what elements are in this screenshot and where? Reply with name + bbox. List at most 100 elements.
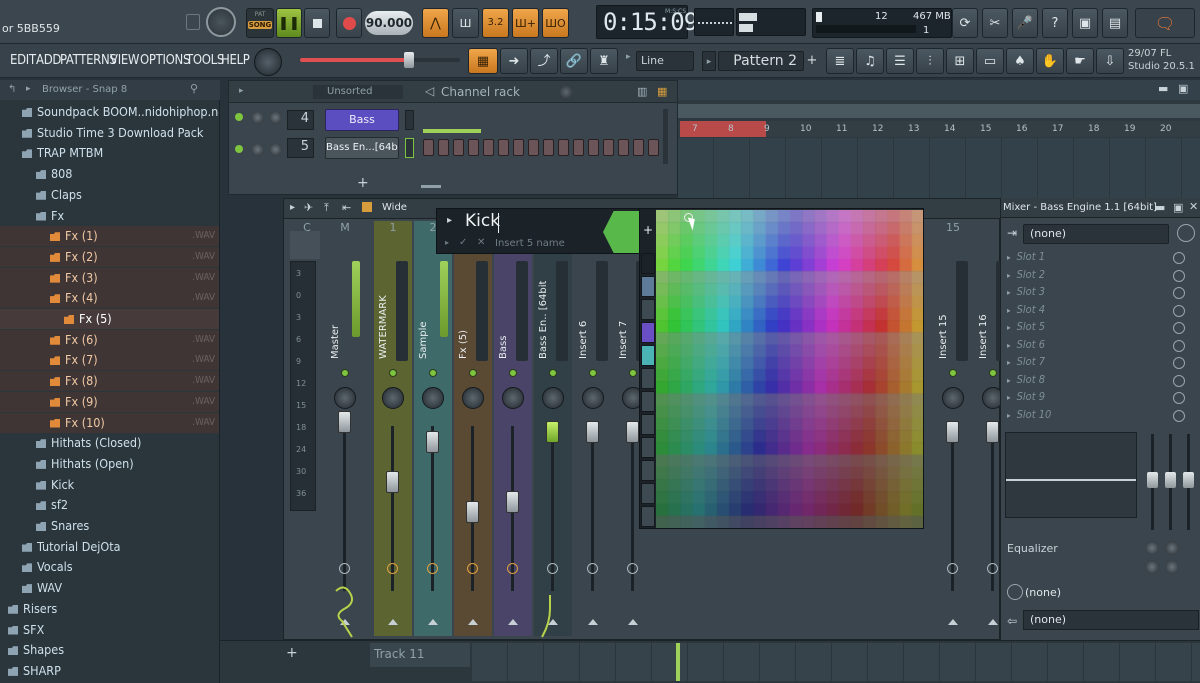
strip-fader-handle[interactable] [426, 431, 439, 453]
news-button[interactable]: 🗨 [1135, 8, 1195, 38]
step-button[interactable] [528, 139, 539, 156]
rename-expand-icon[interactable]: ▸ [445, 238, 449, 247]
cancel-icon[interactable]: ✕ [477, 237, 485, 248]
panel-maximize-icon[interactable]: ▣ [1173, 201, 1183, 214]
slot-enable-toggle[interactable] [1173, 252, 1185, 264]
eq-fader-handle[interactable] [1183, 472, 1194, 488]
snap-select[interactable]: Line [636, 51, 694, 71]
effect-slot[interactable]: ▸ Slot 10 [1007, 408, 1189, 425]
strip-route-arrow-icon[interactable] [628, 619, 638, 625]
recent-color-swatch[interactable] [641, 299, 655, 320]
record-button[interactable] [336, 8, 362, 38]
eq-knob-1[interactable] [1145, 541, 1159, 555]
strip-delay-icon[interactable] [987, 563, 998, 574]
rack-group-filter[interactable]: Unsorted [313, 85, 403, 99]
slot-enable-toggle[interactable] [1173, 269, 1185, 282]
effect-slot[interactable]: ▸ Slot 5 [1007, 320, 1189, 337]
step-button[interactable] [498, 139, 509, 156]
strip-route-arrow-icon[interactable] [468, 619, 478, 625]
channel-2-pan-knob[interactable] [251, 143, 264, 156]
browser-item[interactable]: Tutorial DejOta [0, 537, 219, 557]
microphone-button[interactable]: 🎤 [1012, 8, 1038, 38]
channel-2-mute-led[interactable] [235, 145, 243, 153]
browser-item[interactable]: Fx (5) [0, 309, 219, 329]
strip-fader-handle[interactable] [338, 411, 351, 433]
strip-enable-led[interactable] [589, 369, 597, 377]
recent-color-swatch[interactable] [641, 391, 655, 412]
channel-1-route[interactable]: 4 [287, 110, 314, 130]
master-pitch-slider[interactable] [300, 52, 460, 68]
step-button[interactable] [618, 139, 629, 156]
mixer-up-icon[interactable]: ⤒ [324, 201, 329, 215]
browser-item[interactable]: Fx (10) .WAV [0, 412, 219, 433]
effect-slot[interactable]: ▸ Slot 2 [1007, 268, 1189, 285]
playlist-minimize-icon[interactable]: ▬ [1158, 82, 1168, 95]
pattern-arrow-icon[interactable]: ▸ [702, 51, 716, 71]
browser-item[interactable]: Fx (4) .WAV [0, 288, 219, 309]
slot-enable-toggle[interactable] [1173, 304, 1185, 317]
loop-record-button[interactable]: ШO [542, 8, 569, 38]
piano-roll-button[interactable]: ♫ [856, 48, 884, 74]
selected-color-swatch[interactable] [603, 211, 641, 253]
mixer-view-toggle[interactable] [362, 202, 372, 212]
rack-swing-knob[interactable] [559, 85, 573, 99]
rack-steps-icon[interactable]: ▦ [657, 85, 667, 98]
step-button[interactable] [573, 139, 584, 156]
strip-route-arrow-icon[interactable] [948, 619, 958, 625]
master-volume-knob[interactable] [206, 7, 236, 37]
step-button[interactable] [588, 139, 599, 156]
rename-menu-icon[interactable]: ▸ [447, 215, 452, 226]
channel-2-name-button[interactable]: Bass En...[64bit] [325, 137, 399, 159]
strip-route-arrow-icon[interactable] [988, 619, 998, 625]
strip-delay-icon[interactable] [507, 563, 518, 574]
playlist-button[interactable]: ≣ [826, 48, 854, 74]
strip-route-arrow-icon[interactable] [428, 619, 438, 625]
browser-item[interactable]: Fx (8) .WAV [0, 371, 219, 392]
link-button[interactable]: 🔗 [560, 48, 588, 74]
strip-delay-icon[interactable] [587, 563, 598, 574]
mixer-strip[interactable]: 2 Sample [414, 221, 452, 636]
color-grid[interactable] [656, 210, 923, 528]
help-button[interactable]: ? [1042, 8, 1068, 38]
eq-fader-handle[interactable] [1165, 472, 1176, 488]
plugin-picker-button[interactable]: ♠ [1006, 48, 1034, 74]
menu-patterns[interactable]: PATTERNS [60, 53, 117, 68]
browser-item[interactable]: Kick [0, 475, 219, 495]
step-button[interactable] [513, 139, 524, 156]
playlist-scroll[interactable] [678, 104, 1200, 118]
strip-enable-led[interactable] [549, 369, 557, 377]
menu-edit[interactable]: EDIT [10, 53, 36, 68]
step-button[interactable] [453, 139, 464, 156]
channel-1-volume-knob[interactable] [269, 111, 282, 124]
mixer-strip[interactable]: Fx (5) [454, 221, 492, 636]
browser-button[interactable]: ⊞ [946, 48, 974, 74]
strip-route-arrow-icon[interactable] [508, 619, 518, 625]
strip-enable-led[interactable] [629, 369, 637, 377]
browser-item[interactable]: Fx (6) .WAV [0, 329, 219, 350]
browser-item[interactable]: Snares [0, 516, 219, 536]
menu-add[interactable]: ADD [36, 53, 61, 68]
strip-pan-knob[interactable] [334, 387, 356, 409]
browser-item[interactable]: sf2 [0, 495, 219, 515]
strip-fader-handle[interactable] [506, 491, 519, 513]
strip-fader-handle[interactable] [986, 421, 999, 443]
menu-tools[interactable]: TOOLS [186, 53, 224, 68]
effect-slot[interactable]: ▸ Slot 7 [1007, 355, 1189, 372]
recent-color-swatch[interactable] [641, 322, 655, 343]
rack-menu-icon[interactable]: ▸ [239, 86, 244, 96]
mixer-mode-icon[interactable]: ⇤ [342, 201, 351, 214]
eq-fader-handle[interactable] [1147, 472, 1158, 488]
browser-item[interactable]: Claps [0, 185, 219, 205]
wait-input-button[interactable]: Ш [452, 8, 479, 38]
browser-item[interactable]: Studio Time 3 Download Pack [0, 123, 219, 143]
strip-pan-knob[interactable] [382, 387, 404, 409]
recent-color-swatch[interactable] [641, 483, 655, 504]
strip-pan-knob[interactable] [422, 387, 444, 409]
song-time-display[interactable]: 0:15:09 M:S:CS [596, 5, 698, 39]
eq-knob-2[interactable] [1165, 541, 1179, 555]
effect-slot[interactable]: ▸ Slot 4 [1007, 303, 1189, 320]
tools-button[interactable]: ✂ [982, 8, 1008, 38]
channel-2-select[interactable] [405, 138, 414, 158]
mixer-strip[interactable]: C [288, 221, 326, 636]
blend-notes-button[interactable]: Ш+ [512, 8, 539, 38]
